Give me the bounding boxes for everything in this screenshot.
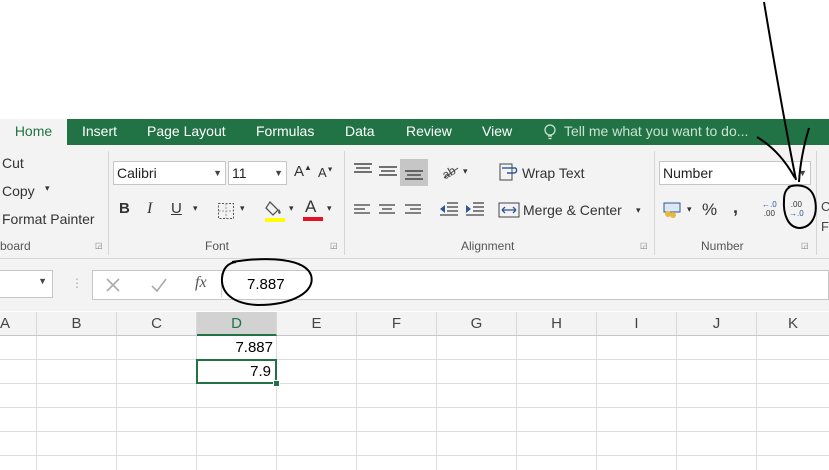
annotation-arrow-lines bbox=[756, 1, 810, 183]
annotation-circle-formula-value bbox=[220, 258, 313, 307]
annotation-circle-decrease-decimal bbox=[782, 184, 817, 230]
hand-drawn-annotations bbox=[220, 1, 817, 307]
